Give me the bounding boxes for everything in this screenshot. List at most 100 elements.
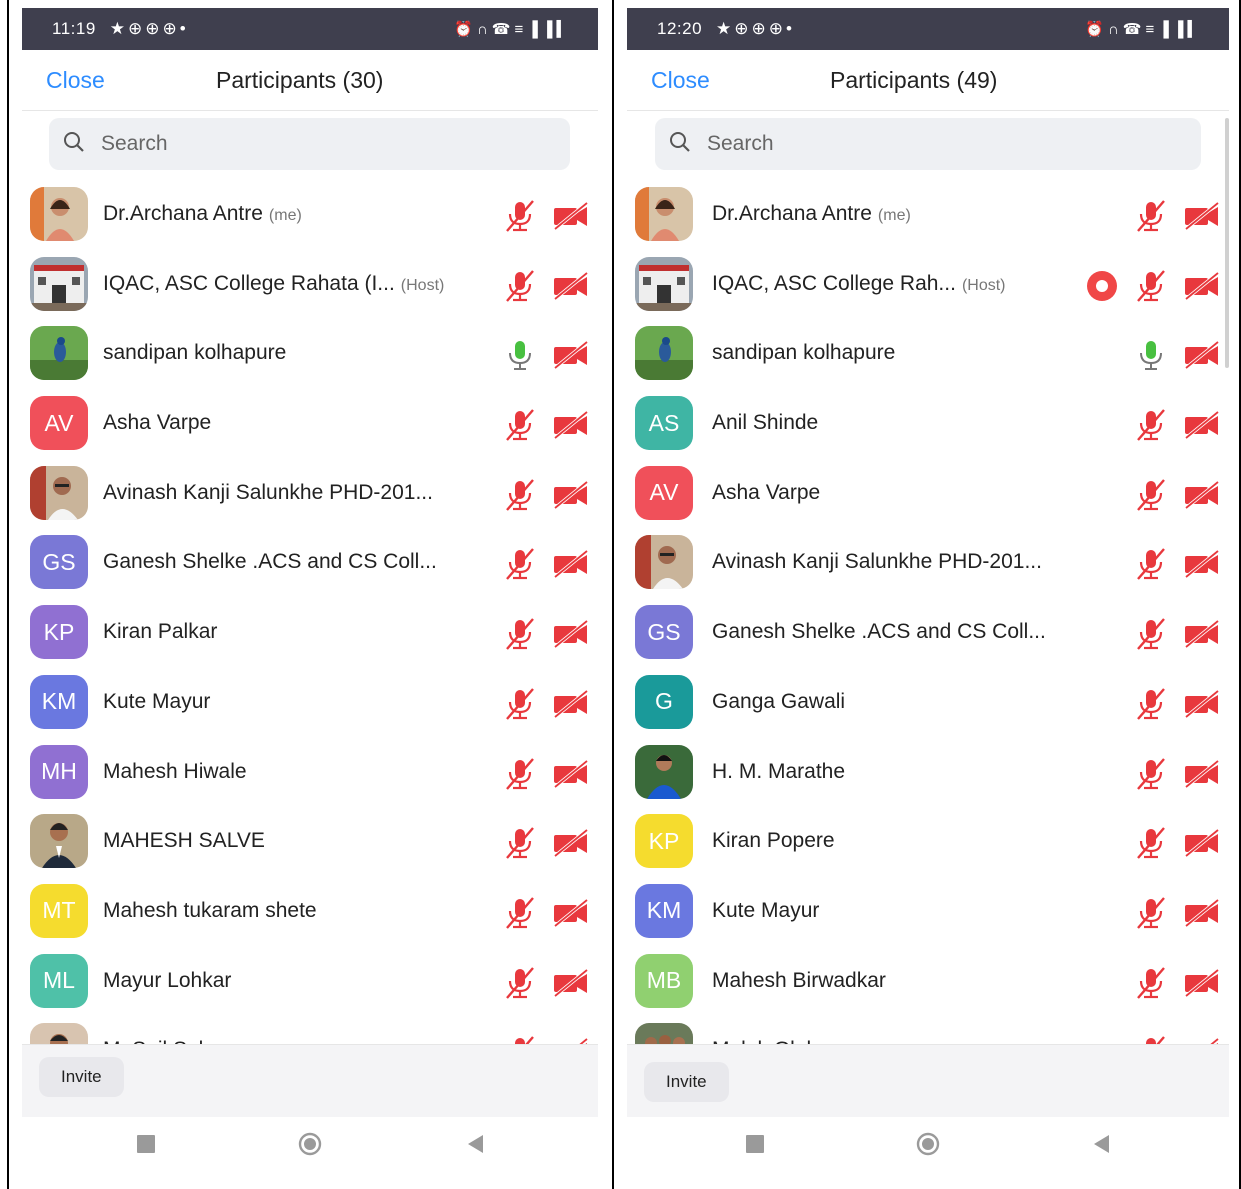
video-off-icon[interactable] bbox=[552, 480, 590, 510]
mic-on-icon[interactable] bbox=[1133, 338, 1183, 372]
search-input[interactable] bbox=[99, 131, 503, 157]
search-bar[interactable] bbox=[655, 118, 1201, 170]
video-off-icon[interactable] bbox=[1183, 619, 1221, 649]
mic-muted-icon[interactable] bbox=[502, 478, 552, 512]
participant-row[interactable]: MAHESH SALVE bbox=[22, 807, 598, 877]
video-off-icon[interactable] bbox=[1183, 271, 1221, 301]
participant-row[interactable]: MT Mahesh tukaram shete bbox=[22, 877, 598, 947]
participant-row[interactable]: AV Asha Varpe bbox=[22, 389, 598, 459]
video-off-icon[interactable] bbox=[1183, 968, 1221, 998]
video-off-icon[interactable] bbox=[552, 828, 590, 858]
participant-row[interactable]: Avinash Kanji Salunkhe PHD-201... bbox=[627, 528, 1229, 598]
video-off-icon[interactable] bbox=[1183, 201, 1221, 231]
mic-muted-icon[interactable] bbox=[502, 687, 552, 721]
participant-row[interactable]: IQAC, ASC College Rahata (I... (Host) bbox=[22, 250, 598, 320]
mic-muted-icon[interactable] bbox=[1133, 757, 1183, 791]
participant-row[interactable]: M. S. il S. l bbox=[22, 1016, 598, 1045]
mic-muted-icon[interactable] bbox=[1133, 408, 1183, 442]
video-off-icon[interactable] bbox=[552, 898, 590, 928]
participant-row[interactable]: sandipan kolhapure bbox=[627, 319, 1229, 389]
close-button[interactable]: Close bbox=[46, 67, 105, 94]
close-button[interactable]: Close bbox=[651, 67, 710, 94]
participant-row[interactable]: MB Mahesh Birwadkar bbox=[627, 947, 1229, 1017]
participant-row[interactable]: MH Mahesh Hiwale bbox=[22, 738, 598, 808]
mic-muted-icon[interactable] bbox=[502, 269, 552, 303]
participant-row[interactable]: AS Anil Shinde bbox=[627, 389, 1229, 459]
participant-row[interactable]: Avinash Kanji Salunkhe PHD-201... bbox=[22, 459, 598, 529]
mic-muted-icon[interactable] bbox=[502, 896, 552, 930]
participant-name: Asha Varpe bbox=[103, 411, 212, 435]
mic-muted-icon[interactable] bbox=[1133, 826, 1183, 860]
video-off-icon[interactable] bbox=[552, 759, 590, 789]
participant-name-line: IQAC, ASC College Rahata (I... (Host) bbox=[103, 272, 444, 296]
participant-name: Asha Varpe bbox=[712, 480, 821, 504]
participant-status-icons bbox=[502, 338, 590, 372]
home-icon[interactable] bbox=[297, 1131, 323, 1157]
participant-row[interactable]: G Ganga Gawali bbox=[627, 668, 1229, 738]
participant-status-icons bbox=[1085, 269, 1221, 303]
mic-on-icon[interactable] bbox=[502, 338, 552, 372]
participant-name-line: Kiran Palkar bbox=[103, 620, 217, 644]
mic-muted-icon[interactable] bbox=[502, 408, 552, 442]
mic-muted-icon[interactable] bbox=[1133, 687, 1183, 721]
mic-muted-icon[interactable] bbox=[1133, 896, 1183, 930]
participant-name-line: Mayur Lohkar bbox=[103, 969, 231, 993]
video-off-icon[interactable] bbox=[1183, 410, 1221, 440]
mic-muted-icon[interactable] bbox=[1133, 547, 1183, 581]
mic-muted-icon[interactable] bbox=[1133, 478, 1183, 512]
participant-row[interactable]: H. M. Marathe bbox=[627, 738, 1229, 808]
mic-muted-icon[interactable] bbox=[502, 826, 552, 860]
invite-button[interactable]: Invite bbox=[644, 1062, 729, 1102]
participant-row[interactable]: KM Kute Mayur bbox=[22, 668, 598, 738]
avatar-initials: MH bbox=[30, 744, 88, 799]
participant-row[interactable]: AV Asha Varpe bbox=[627, 459, 1229, 529]
back-icon[interactable] bbox=[463, 1131, 489, 1157]
search-input[interactable] bbox=[705, 131, 1109, 157]
video-off-icon[interactable] bbox=[1183, 480, 1221, 510]
participant-status-icons bbox=[502, 269, 590, 303]
invite-button[interactable]: Invite bbox=[39, 1057, 124, 1097]
participant-row[interactable]: Dr.Archana Antre (me) bbox=[22, 180, 598, 250]
mic-muted-icon[interactable] bbox=[502, 966, 552, 1000]
back-icon[interactable] bbox=[1089, 1131, 1115, 1157]
search-bar[interactable] bbox=[49, 118, 570, 170]
participant-row[interactable]: ML Mayur Lohkar bbox=[22, 947, 598, 1017]
recents-icon[interactable] bbox=[742, 1131, 768, 1157]
mic-muted-icon[interactable] bbox=[1133, 199, 1183, 233]
mic-muted-icon[interactable] bbox=[502, 199, 552, 233]
video-off-icon[interactable] bbox=[1183, 759, 1221, 789]
video-off-icon[interactable] bbox=[1183, 549, 1221, 579]
mic-muted-icon[interactable] bbox=[502, 617, 552, 651]
video-off-icon[interactable] bbox=[552, 619, 590, 649]
participant-row[interactable]: KP Kiran Popere bbox=[627, 807, 1229, 877]
participant-row[interactable]: GS Ganesh Shelke .ACS and CS Coll... bbox=[22, 528, 598, 598]
avatar-photo bbox=[30, 256, 88, 311]
mic-muted-icon[interactable] bbox=[1133, 269, 1183, 303]
video-off-icon[interactable] bbox=[552, 201, 590, 231]
video-off-icon[interactable] bbox=[552, 271, 590, 301]
home-icon[interactable] bbox=[915, 1131, 941, 1157]
video-off-icon[interactable] bbox=[552, 968, 590, 998]
status-bar: 11:19 ★⊕⊕⊕• ⏰∩☎≡▐▐▍ bbox=[22, 8, 598, 50]
video-off-icon[interactable] bbox=[1183, 689, 1221, 719]
video-off-icon[interactable] bbox=[1183, 828, 1221, 858]
frame-border-center bbox=[612, 0, 614, 1189]
video-off-icon[interactable] bbox=[552, 689, 590, 719]
recents-icon[interactable] bbox=[133, 1131, 159, 1157]
participant-row[interactable]: sandipan kolhapure bbox=[22, 319, 598, 389]
participant-row[interactable]: IQAC, ASC College Rah... (Host) bbox=[627, 250, 1229, 320]
participant-row[interactable]: KM Kute Mayur bbox=[627, 877, 1229, 947]
video-off-icon[interactable] bbox=[1183, 898, 1221, 928]
video-off-icon[interactable] bbox=[552, 549, 590, 579]
video-off-icon[interactable] bbox=[552, 410, 590, 440]
participant-row[interactable]: KP Kiran Palkar bbox=[22, 598, 598, 668]
mic-muted-icon[interactable] bbox=[502, 757, 552, 791]
mic-muted-icon[interactable] bbox=[1133, 617, 1183, 651]
video-off-icon[interactable] bbox=[552, 340, 590, 370]
participant-row[interactable]: Dr.Archana Antre (me) bbox=[627, 180, 1229, 250]
participant-row[interactable]: GS Ganesh Shelke .ACS and CS Coll... bbox=[627, 598, 1229, 668]
mic-muted-icon[interactable] bbox=[502, 547, 552, 581]
video-off-icon[interactable] bbox=[1183, 340, 1221, 370]
mic-muted-icon[interactable] bbox=[1133, 966, 1183, 1000]
participant-row[interactable]: M. l. l. Gl. l bbox=[627, 1016, 1229, 1045]
